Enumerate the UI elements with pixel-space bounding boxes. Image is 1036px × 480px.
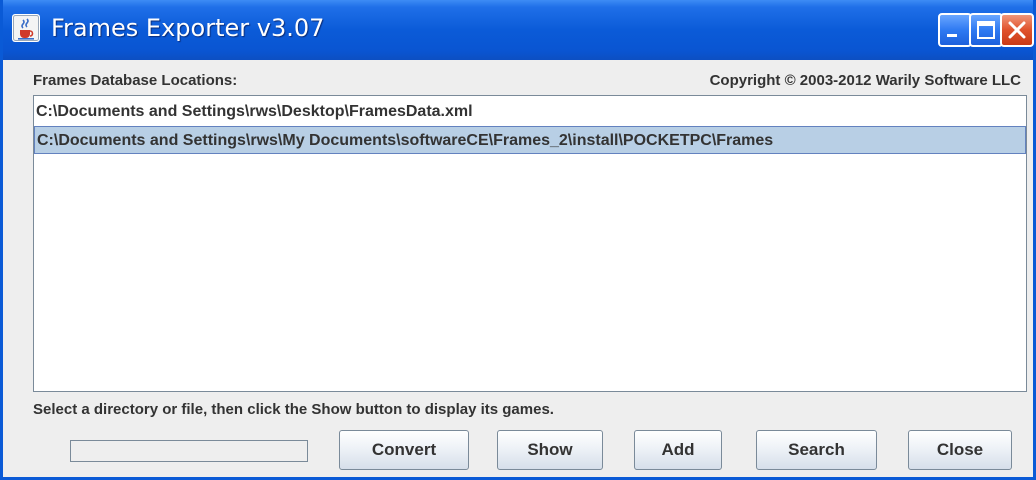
close-window-button[interactable] xyxy=(1000,13,1034,47)
locations-list[interactable]: C:\Documents and Settings\rws\Desktop\Fr… xyxy=(33,95,1027,392)
close-icon xyxy=(1008,21,1026,39)
copyright-label: Copyright © 2003-2012 Warily Software LL… xyxy=(709,72,1021,89)
title-bar[interactable]: Frames Exporter v3.07 xyxy=(3,0,1034,60)
search-button[interactable]: Search xyxy=(756,430,877,470)
minimize-icon xyxy=(947,34,957,37)
java-coffee-cup-icon[interactable] xyxy=(12,14,40,42)
progress-bar xyxy=(70,440,308,462)
window-title: Frames Exporter v3.07 xyxy=(51,14,325,42)
close-button[interactable]: Close xyxy=(908,430,1012,470)
list-item[interactable]: C:\Documents and Settings\rws\Desktop\Fr… xyxy=(34,98,1026,126)
convert-button[interactable]: Convert xyxy=(339,430,469,470)
minimize-button[interactable] xyxy=(938,13,972,47)
maximize-icon xyxy=(977,21,995,39)
instruction-text: Select a directory or file, then click t… xyxy=(33,401,554,418)
app-window: Frames Exporter v3.07 Frames Database Lo… xyxy=(0,0,1036,480)
add-button[interactable]: Add xyxy=(634,430,722,470)
show-button[interactable]: Show xyxy=(497,430,603,470)
list-item-selected[interactable]: C:\Documents and Settings\rws\My Documen… xyxy=(34,126,1026,154)
maximize-button[interactable] xyxy=(969,13,1003,47)
locations-label: Frames Database Locations: xyxy=(33,72,238,89)
